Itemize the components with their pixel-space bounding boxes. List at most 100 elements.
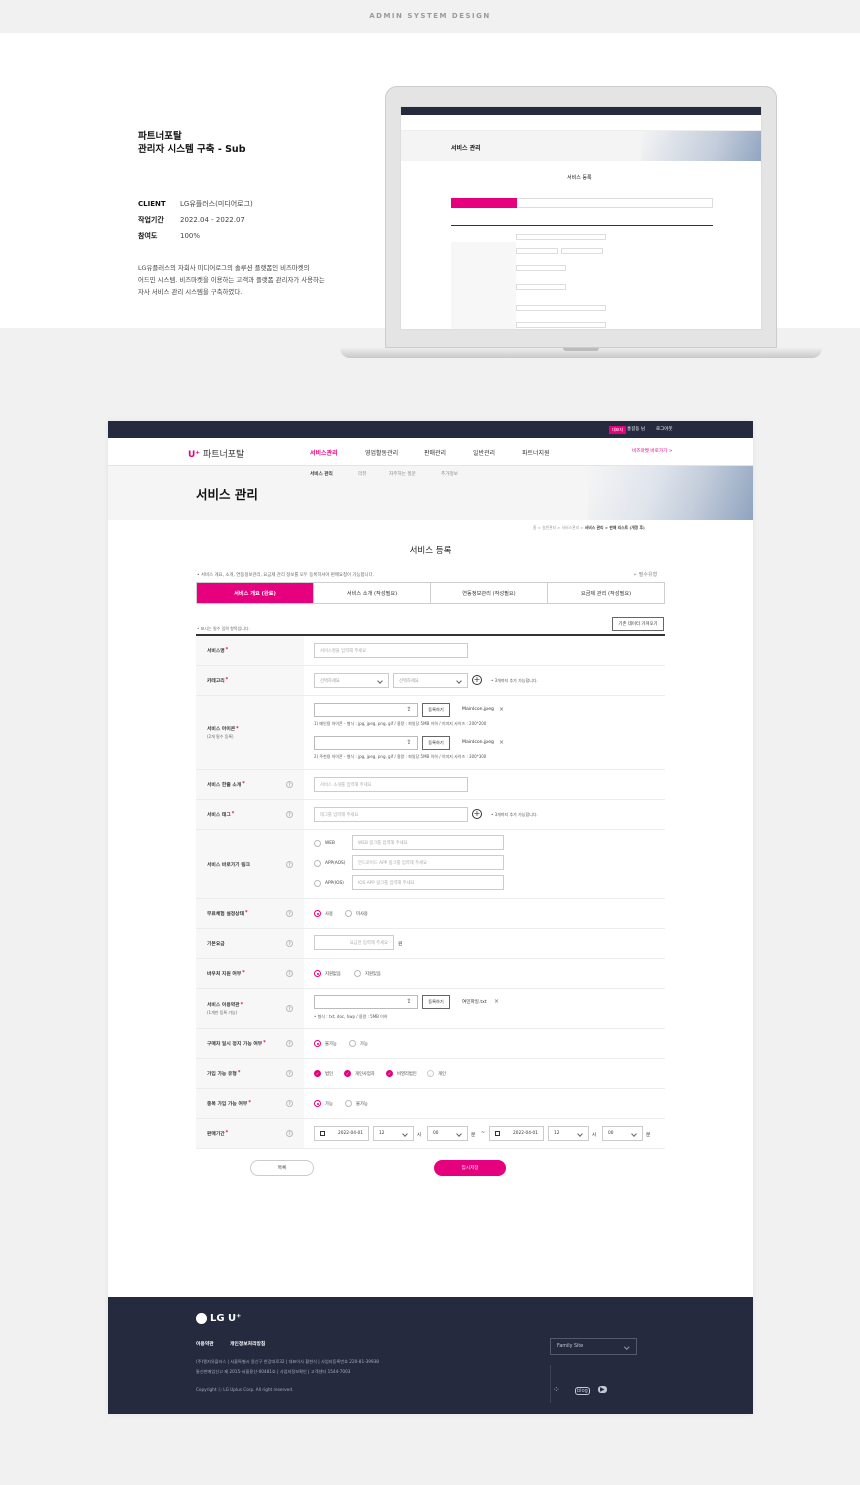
terms-file-input[interactable]: ⇪ <box>314 995 418 1009</box>
send-icon: ➢ <box>633 572 638 578</box>
trial-use-radio[interactable]: 사용 <box>314 910 333 917</box>
row-duplicate: 중복 가입 가능 여부 *? 가능 불가능 <box>196 1089 665 1119</box>
nav-general-management[interactable]: 일반관리 <box>473 448 495 457</box>
bizmarket-link[interactable]: 비즈마켓 바로가기 > <box>632 448 673 454</box>
help-icon[interactable]: ? <box>286 910 293 917</box>
terms-register-button[interactable]: 등록하기 <box>422 995 450 1009</box>
list-button[interactable]: 목록 <box>250 1160 314 1176</box>
service-tag-input[interactable]: 태그를 입력해 주세요 <box>314 807 468 822</box>
row-free-trial: 무료체험 설정상태 *? 사용 미사용 <box>196 899 665 929</box>
project-title: 파트너포탈 관리자 시스템 구축 - Sub <box>138 131 246 155</box>
tab-pricing[interactable]: 요금제 관리 (작성필요) <box>547 583 664 603</box>
help-icon[interactable]: ? <box>286 940 293 947</box>
help-icon[interactable]: ? <box>286 1005 293 1012</box>
subnav-service[interactable]: 서비스 관리 <box>310 471 333 477</box>
help-icon[interactable]: ? <box>286 811 293 818</box>
tab-integration[interactable]: 연동정보관리 (작성필요) <box>430 583 547 603</box>
join-individual-checkbox[interactable]: ✓ 개인 <box>427 1070 446 1077</box>
share-icon[interactable]: ⁘ <box>553 1385 560 1394</box>
partner-portal-logo[interactable]: U⁺ 파트너포탈 <box>188 447 244 460</box>
nav-sales-activity[interactable]: 영업활동관리 <box>365 448 398 457</box>
tag-hint: • 3개까지 추가 가능합니다. <box>491 812 538 817</box>
link-aos-option[interactable]: APP(AOS) <box>314 860 345 867</box>
lg-circle-icon <box>196 1313 207 1324</box>
end-date-input[interactable]: 2022-04-01 <box>489 1126 544 1141</box>
blog-icon[interactable]: blog <box>575 1387 590 1395</box>
link-ios-option[interactable]: APP(IOS) <box>314 880 344 887</box>
tab-overview[interactable]: 서비스 개요 (완료) <box>197 583 313 603</box>
lgu-logo: LG U⁺ <box>196 1313 241 1324</box>
help-icon[interactable]: ? <box>286 781 293 788</box>
page-title: 서비스 등록 <box>409 546 452 556</box>
end-minute-select[interactable]: 00 <box>602 1126 643 1141</box>
footer: LG U⁺ 이용약관 개인정보처리방침 (주)엘지유플러스 | 서울특별시 용산… <box>108 1297 753 1414</box>
add-category-icon[interactable]: + <box>472 675 482 685</box>
load-existing-button[interactable]: 기존 데이터 가져오기 <box>612 617 664 631</box>
required-legend: ➢ 필수유형 <box>633 572 658 578</box>
link-web-input[interactable]: WEB 링크를 입력해 주세요 <box>352 835 504 850</box>
row-service-icon: 서비스 아이콘* (2개 필수 등록) ⇪ 등록하기 MainIcon.jpeg … <box>196 696 665 770</box>
link-ios-input[interactable]: IOS APP 링크를 입력해 주세요 <box>352 875 504 890</box>
category-select-2[interactable]: 선택하세요 <box>393 673 468 688</box>
row-sale-period: 판매기간 *? 2022-04-01 12 시 00 분 ~ 2022-04-01… <box>196 1119 665 1149</box>
dup-possible-radio[interactable]: 가능 <box>314 1100 333 1107</box>
subnav-review[interactable]: 리뷰 <box>358 471 366 477</box>
upload-icon: ⇪ <box>406 706 412 713</box>
service-name-input[interactable]: 서비스명을 입력해 주세요 <box>314 643 468 658</box>
icon-register-button-2[interactable]: 등록하기 <box>422 736 450 750</box>
voucher-yes-radio[interactable]: 지원있음 <box>354 970 381 977</box>
temp-save-button[interactable]: 임시저장 <box>434 1160 506 1176</box>
help-icon[interactable]: ? <box>286 860 293 868</box>
nav-partner-support[interactable]: 파트너지원 <box>522 448 550 457</box>
service-intro-input[interactable]: 서비스 소개를 입력해 주세요 <box>314 777 468 792</box>
tab-intro[interactable]: 서비스 소개 (작성필요) <box>313 583 430 603</box>
row-voucher: 바우처 지원 여부 *? 지원없음 지원있음 <box>196 959 665 989</box>
trial-unused-radio[interactable]: 미사용 <box>345 910 368 917</box>
remove-file-icon[interactable]: × <box>494 998 499 1005</box>
start-hour-select[interactable]: 12 <box>373 1126 414 1141</box>
help-icon[interactable]: ? <box>286 1130 293 1137</box>
dup-impossible-radio[interactable]: 불가능 <box>345 1100 368 1107</box>
remove-file-icon[interactable]: × <box>499 739 504 746</box>
help-icon[interactable]: ? <box>286 970 293 977</box>
youtube-icon[interactable]: ▶ <box>598 1386 607 1393</box>
help-icon[interactable]: ? <box>286 1040 293 1047</box>
icon-hint-1: 1) 메인용 아이콘 - 형식 : jpg, jpeg, png, gif / … <box>314 721 487 726</box>
step-tabs: 서비스 개요 (완료) 서비스 소개 (작성필요) 연동정보관리 (작성필요) … <box>196 582 665 604</box>
nav-sales-management[interactable]: 판매관리 <box>424 448 446 457</box>
banner-image <box>588 465 753 520</box>
category-select-1[interactable]: 선택하세요 <box>314 673 389 688</box>
mini-page-title: 서비스 등록 <box>567 175 592 181</box>
form-notice: • 서비스 개요, 소개, 연동정보관리, 요금제 관리 정보를 모두 등록하셔… <box>197 573 375 578</box>
row-service-tag: 서비스 태그 *? 태그를 입력해 주세요 + • 3개까지 추가 가능합니다. <box>196 800 665 830</box>
join-nonprofit-checkbox[interactable]: ✓ 비영리법인 <box>386 1070 417 1077</box>
icon-file-input-1[interactable]: ⇪ <box>314 703 418 717</box>
start-minute-select[interactable]: 00 <box>427 1126 468 1141</box>
link-web-option[interactable]: WEB <box>314 840 335 847</box>
add-tag-icon[interactable]: + <box>472 809 482 819</box>
pause-impossible-radio[interactable]: 불가능 <box>314 1040 337 1047</box>
privacy-link[interactable]: 개인정보처리방침 <box>230 1340 265 1347</box>
pause-possible-radio[interactable]: 가능 <box>349 1040 368 1047</box>
help-icon[interactable]: ? <box>286 1100 293 1107</box>
subnav-faq[interactable]: 자주하는 질문 <box>389 471 416 477</box>
start-date-input[interactable]: 2022-04-01 <box>314 1126 369 1141</box>
subnav-extra[interactable]: 추가정보 <box>441 471 458 477</box>
upload-icon: ⇪ <box>406 739 412 746</box>
base-fee-input[interactable]: 요금만 입력해 주세요 <box>314 935 394 950</box>
remove-file-icon[interactable]: × <box>499 706 504 713</box>
terms-link[interactable]: 이용약관 <box>196 1340 214 1347</box>
manager-badge: 대표자 <box>609 426 627 434</box>
logout-link[interactable]: 로그아웃 <box>656 426 673 432</box>
help-icon[interactable]: ? <box>286 1070 293 1077</box>
end-hour-select[interactable]: 12 <box>548 1126 589 1141</box>
row-service-name: 서비스명 * 서비스명을 입력해 주세요 <box>196 636 665 666</box>
join-corp-checkbox[interactable]: ✓ 법인 <box>314 1070 333 1077</box>
family-site-select[interactable]: Family Site <box>550 1338 637 1355</box>
voucher-none-radio[interactable]: 지원없음 <box>314 970 341 977</box>
icon-file-input-2[interactable]: ⇪ <box>314 736 418 750</box>
link-aos-input[interactable]: 안드로이드 APP 링크를 입력해 주세요 <box>352 855 504 870</box>
nav-service-management[interactable]: 서비스관리 <box>310 448 338 457</box>
join-sole-checkbox[interactable]: ✓ 개인사업자 <box>344 1070 375 1077</box>
icon-register-button-1[interactable]: 등록하기 <box>422 703 450 717</box>
